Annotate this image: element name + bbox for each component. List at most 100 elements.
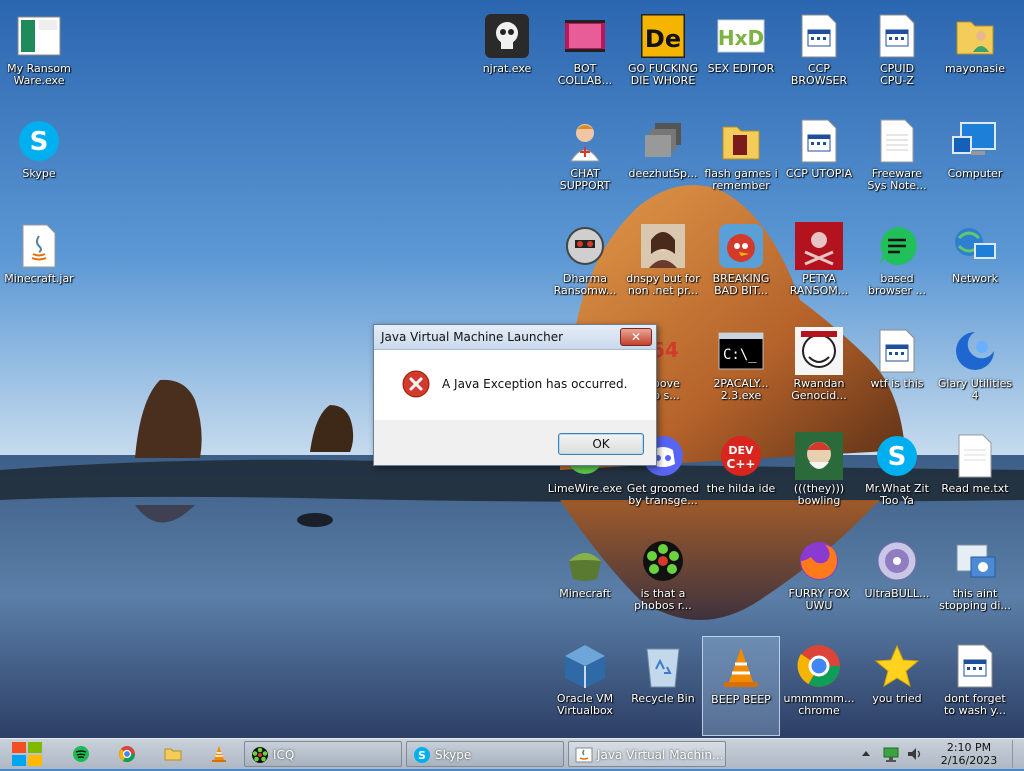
desktop-icon-minecraft-jar[interactable]: Minecraft.jar (0, 216, 78, 316)
chevron-up-icon[interactable] (860, 745, 872, 766)
icq-flower-icon (639, 537, 687, 585)
taskbar-button-icq[interactable]: ICQ (244, 741, 402, 767)
svg-text:DEV: DEV (728, 444, 754, 457)
desktop-icon-label: My Ransom Ware.exe (7, 62, 71, 87)
desktop-icon-dharma[interactable]: Dharma Ransomw... (546, 216, 624, 316)
desktop-icon-petya[interactable]: PETYA RANSOM... (780, 216, 858, 316)
desktop-icon-label: dnspy but for non .net pr... (626, 272, 700, 297)
skype-icon: S (873, 432, 921, 480)
desktop-icon-label: SEX EDITOR (707, 62, 775, 75)
desktop-icon-network[interactable]: Network (936, 216, 1014, 316)
grass-block-icon (561, 537, 609, 585)
java-icon (575, 746, 593, 767)
desktop-icon-wash[interactable]: dont forget to wash y... (936, 636, 1014, 736)
taskbar-button-label: Skype (435, 748, 472, 762)
desktop-icon-dnspy[interactable]: dnspy but for non .net pr... (624, 216, 702, 316)
desktop-icon-wtf[interactable]: wtf is this (858, 321, 936, 421)
desktop-icon-label: dont forget to wash y... (944, 692, 1006, 717)
folder-icon[interactable] (164, 745, 182, 763)
desktop-icon-2pacaly[interactable]: C:\_ 2PACALY... 2.3.exe (702, 321, 780, 421)
desktop-icon-label: the hilda ide (706, 482, 776, 495)
desktop-icon-freeware[interactable]: Freeware Sys Note... (858, 111, 936, 211)
desktop-icon-label: Minecraft.jar (4, 272, 74, 285)
app-window-icon (873, 12, 921, 60)
desktop-icon-label: PETYA RANSOM... (789, 272, 849, 297)
desktop-icon-ccp-browser[interactable]: CCP BROWSER (780, 6, 858, 106)
desktop-icon-flash-games[interactable]: flash games i remember (702, 111, 780, 211)
desktop-icon-label: mayonasie (945, 62, 1005, 75)
de-logo-icon: De (639, 12, 687, 60)
desktop-icon-deezhutsp[interactable]: deezhutSp... (624, 111, 702, 211)
desktop-icon-mayonasie[interactable]: mayonasie (936, 6, 1014, 106)
ok-button[interactable]: OK (558, 433, 644, 455)
taskbar-button-skype[interactable]: S Skype (406, 741, 564, 767)
desktop-icon-label: this aint stopping di... (939, 587, 1011, 612)
desktop-icon-virtualbox[interactable]: Oracle VM Virtualbox (546, 636, 624, 736)
dialog-titlebar[interactable]: Java Virtual Machine Launcher ✕ (374, 325, 656, 350)
taskbar-button-label: ICQ (273, 748, 295, 762)
show-desktop-button[interactable] (1012, 740, 1024, 768)
desktop-icon-ultrabull[interactable]: UltraBULL... (858, 531, 936, 631)
dialog-title: Java Virtual Machine Launcher (381, 330, 564, 344)
java-jar-icon (15, 222, 63, 270)
desktop-icon-label: Glary Utilities 4 (937, 377, 1013, 402)
desktop-icon-skype-left[interactable]: S Skype (0, 111, 78, 211)
desktop-icon-phobos[interactable]: is that a phobos r... (624, 531, 702, 631)
recycle-bin-icon (639, 642, 687, 690)
desktop-icon-label: CHAT SUPPORT (559, 167, 611, 192)
desktop-icon-label: Skype (22, 167, 56, 180)
text-file-icon (951, 432, 999, 480)
network-tray-icon[interactable] (882, 745, 900, 766)
desktop-icon-recycle-bin[interactable]: Recycle Bin (624, 636, 702, 736)
folder-icon (717, 117, 765, 165)
system-clock[interactable]: 2:10 PM 2/16/2023 (932, 741, 1006, 767)
vlc-cone-icon[interactable] (210, 745, 228, 763)
desktop-icon-label: CCP UTOPIA (785, 167, 853, 180)
desktop-icon-label: ummmmm... chrome (783, 692, 855, 717)
start-button[interactable] (8, 740, 46, 768)
desktop-icon-computer[interactable]: Computer (936, 111, 1014, 211)
close-button[interactable]: ✕ (620, 328, 652, 346)
desktop-icon-label: Rwandan Genocid... (791, 377, 847, 402)
desktop-icon-based-browser[interactable]: based browser ... (858, 216, 936, 316)
devcpp-icon: DEV C++ (717, 432, 765, 480)
desktop-icon-minecraft[interactable]: Minecraft (546, 531, 624, 631)
desktop-icon-hilda-ide[interactable]: DEV C++ the hilda ide (702, 426, 780, 526)
desktop-icon-label: wtf is this (870, 377, 924, 390)
desktop-icon-readme[interactable]: Read me.txt (936, 426, 1014, 526)
computer-icon (951, 117, 999, 165)
star-icon (873, 642, 921, 690)
desktop-icon-label: Recycle Bin (631, 692, 695, 705)
desktop-icon-label: GO FUCKING DIE WHORE (628, 62, 698, 87)
desktop-icon-chrome[interactable]: ummmmm... chrome (780, 636, 858, 736)
desktop-icon-this-aint[interactable]: this aint stopping di... (936, 531, 1014, 631)
close-icon: ✕ (630, 330, 642, 344)
taskbar-button-java[interactable]: Java Virtual Machin... (568, 741, 726, 767)
installer-icon (951, 537, 999, 585)
desktop-icon-furry-fox[interactable]: FURRY FOX UWU (780, 531, 858, 631)
skype-icon: S (413, 746, 431, 767)
desktop-icon-njrat[interactable]: njrat.exe (468, 6, 546, 106)
desktop-icon-bot-collab[interactable]: BOT COLLAB... (546, 6, 624, 106)
desktop-icon-you-tried[interactable]: you tried (858, 636, 936, 736)
desktop-icon-label: you tried (872, 692, 922, 705)
desktop-icon-chat-support[interactable]: CHAT SUPPORT (546, 111, 624, 211)
desktop-icon-cpuid[interactable]: CPUID CPU-Z (858, 6, 936, 106)
error-icon (402, 370, 430, 401)
desktop-icon-ccp-utopia[interactable]: CCP UTOPIA (780, 111, 858, 211)
skype-icon: S (15, 117, 63, 165)
desktop-icon-my-ransomware[interactable]: My Ransom Ware.exe (0, 6, 78, 106)
desktop-icon-go-fucking[interactable]: De GO FUCKING DIE WHORE (624, 6, 702, 106)
spotify-icon[interactable] (72, 745, 90, 763)
desktop-icon-beep-beep[interactable]: BEEP BEEP (702, 636, 780, 736)
desktop-icon-rwandan[interactable]: Rwandan Genocid... (780, 321, 858, 421)
desktop-icon-sex-editor[interactable]: HxD SEX EDITOR (702, 6, 780, 106)
taskbar: ICQ S Skype Java Virtual Machin... 2:10 PM … (0, 738, 1024, 769)
desktop-icon-breaking-bad[interactable]: BREAKING BAD BIT... (702, 216, 780, 316)
desktop-icon-label: based browser ... (868, 272, 926, 297)
desktop-icon-they-bowling[interactable]: (((they))) bowling (780, 426, 858, 526)
volume-icon[interactable] (906, 745, 924, 766)
desktop-icon-glary[interactable]: Glary Utilities 4 (936, 321, 1014, 421)
desktop-icon-mr-what[interactable]: S Mr.What Zit Too Ya (858, 426, 936, 526)
chrome-icon[interactable] (118, 745, 136, 763)
